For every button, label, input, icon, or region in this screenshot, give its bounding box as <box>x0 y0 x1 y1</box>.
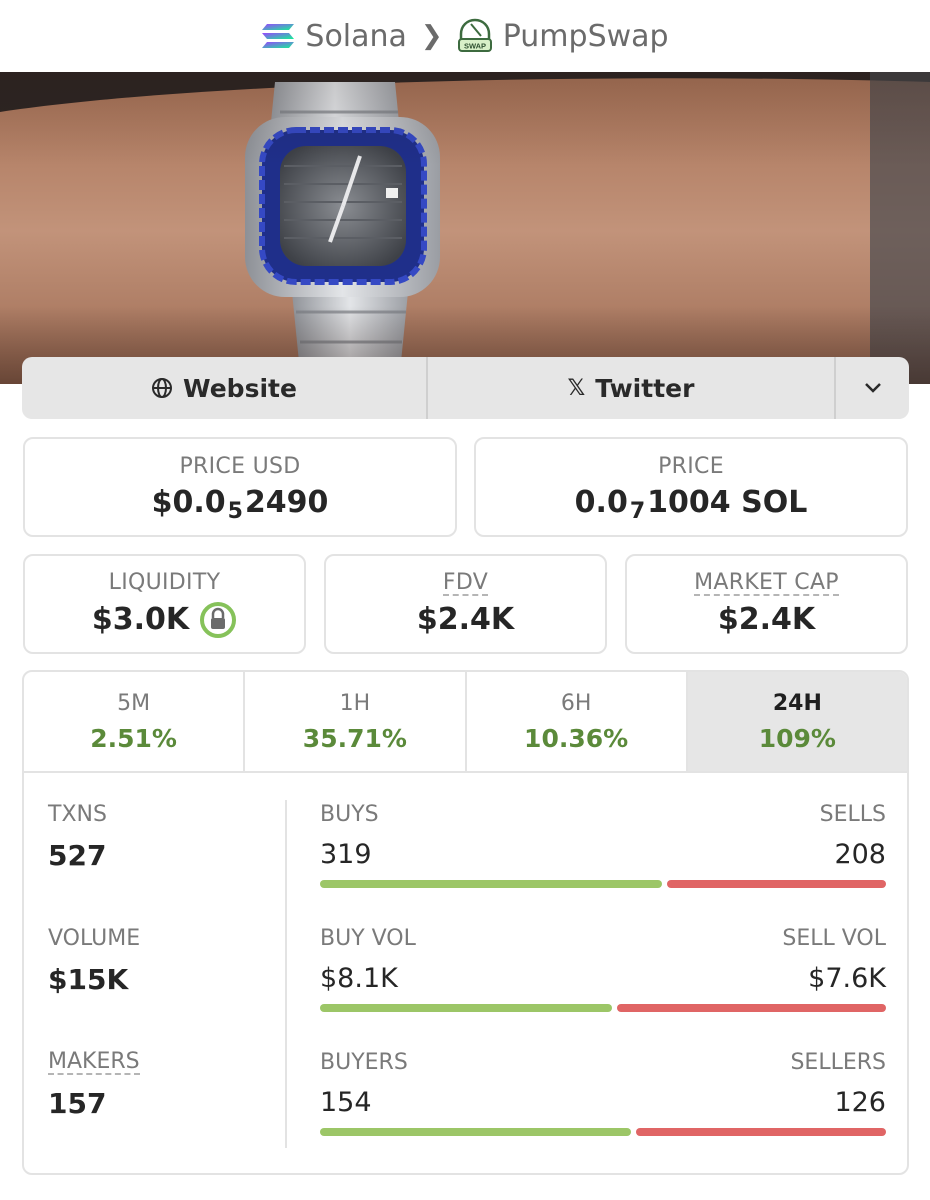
website-button[interactable]: Website <box>22 357 428 419</box>
makers-label[interactable]: MAKERS <box>48 1050 140 1076</box>
lock-icon[interactable] <box>199 601 237 639</box>
volume-metric: VOLUME $15K <box>48 926 278 1050</box>
solana-icon <box>262 24 295 48</box>
txns-value: 527 <box>48 839 107 872</box>
tab-change: 2.51% <box>90 723 177 753</box>
price-usd-prefix: $0.0 <box>151 485 226 520</box>
liquidity-card: LIQUIDITY $3.0K <box>23 554 306 654</box>
sell-vol-value: $7.6K <box>808 963 886 994</box>
makers-bar <box>320 1128 886 1136</box>
chain-crumb[interactable]: Solana <box>261 19 407 54</box>
liquidity-value: $3.0K <box>91 602 190 637</box>
sell-vol-bar-fill <box>617 1004 886 1012</box>
market-cap-value: $2.4K <box>717 602 816 638</box>
totals-column: TXNS 527 VOLUME $15K MAKERS 157 <box>48 802 278 1173</box>
makers-pair: BUYERS SELLERS 154 126 <box>320 1050 886 1173</box>
fdv-label[interactable]: FDV <box>442 571 489 597</box>
sells-value: 208 <box>834 839 886 870</box>
txns-metric: TXNS 527 <box>48 802 278 926</box>
sells-label: SELLS <box>819 802 886 827</box>
twitter-label: Twitter <box>595 373 695 403</box>
sellers-label: SELLERS <box>790 1050 886 1075</box>
buy-vol-value: $8.1K <box>320 963 398 994</box>
market-cap-card[interactable]: MARKET CAP $2.4K <box>625 554 908 654</box>
token-banner-image <box>0 72 930 384</box>
price-native-zero-count: 7 <box>629 499 646 524</box>
market-cap-label[interactable]: MARKET CAP <box>694 571 839 597</box>
price-native-prefix: 0.0 <box>574 485 628 520</box>
volume-bar <box>320 1004 886 1012</box>
social-links-bar: Website 𝕏 Twitter <box>22 357 909 419</box>
price-usd-card: PRICE USD $0.0 5 2490 <box>23 437 457 537</box>
tab-change: 35.71% <box>302 723 407 753</box>
column-divider <box>285 800 287 1148</box>
volume-value: $15K <box>48 963 129 996</box>
tab-label: 1H <box>339 690 371 716</box>
makers-metric: MAKERS 157 <box>48 1050 278 1173</box>
buy-sell-column: BUYS SELLS 319 208 BUY VOL SELL VOL $8.1… <box>320 802 886 1173</box>
buys-sells-bar <box>320 880 886 888</box>
tab-change: 109% <box>758 723 836 753</box>
tab-label: 24H <box>772 690 822 716</box>
chevron-right-icon: ❯ <box>420 21 443 51</box>
fdv-value: $2.4K <box>416 602 515 638</box>
buyers-value: 154 <box>320 1087 372 1118</box>
buy-vol-bar-fill <box>320 1004 613 1012</box>
x-logo-icon: 𝕏 <box>567 375 586 401</box>
chain-name: Solana <box>305 18 407 54</box>
tab-label: 6H <box>560 690 592 716</box>
price-usd-value: $0.0 5 2490 <box>151 485 329 524</box>
sells-bar-fill <box>667 880 886 888</box>
liquidity-value-row: $3.0K <box>92 601 237 639</box>
banner-shade <box>0 72 930 384</box>
tab-6h[interactable]: 6H 10.36% <box>467 672 688 771</box>
price-usd-suffix: 2490 <box>244 485 329 520</box>
tab-change: 10.36% <box>524 723 629 753</box>
sell-vol-label: SELL VOL <box>782 926 886 951</box>
price-native-suffix: 1004 SOL <box>647 485 808 520</box>
sellers-bar-fill <box>636 1128 886 1136</box>
pumpswap-icon: SWAP <box>457 18 492 52</box>
more-links-button[interactable] <box>836 357 909 419</box>
tab-1h[interactable]: 1H 35.71% <box>245 672 467 771</box>
dex-name: PumpSwap <box>502 18 669 54</box>
buy-vol-label: BUY VOL <box>320 926 416 951</box>
dex-crumb[interactable]: SWAP PumpSwap <box>457 18 669 54</box>
price-usd-zero-count: 5 <box>227 499 243 524</box>
twitter-button[interactable]: 𝕏 Twitter <box>428 357 836 419</box>
liquidity-label: LIQUIDITY <box>108 569 221 595</box>
price-native-label: PRICE <box>658 454 724 479</box>
volume-pair: BUY VOL SELL VOL $8.1K $7.6K <box>320 926 886 1050</box>
volume-label: VOLUME <box>48 926 141 951</box>
trading-stats-panel: 5M 2.51% 1H 35.71% 6H 10.36% 24H 109% TX… <box>22 670 909 1175</box>
fdv-card[interactable]: FDV $2.4K <box>324 554 607 654</box>
txns-label: TXNS <box>48 802 107 827</box>
buyers-label: BUYERS <box>320 1050 408 1075</box>
buyers-bar-fill <box>320 1128 632 1136</box>
sellers-value: 126 <box>834 1087 886 1118</box>
tab-label: 5M <box>117 690 151 716</box>
tab-5m[interactable]: 5M 2.51% <box>24 672 246 771</box>
buys-bar-fill <box>320 880 663 888</box>
price-native-card: PRICE 0.0 7 1004 SOL <box>474 437 908 537</box>
breadcrumb: Solana ❯ SWAP PumpSwap <box>0 0 930 72</box>
pumpswap-icon-text: SWAP <box>464 42 486 51</box>
globe-icon <box>152 378 173 398</box>
price-usd-label: PRICE USD <box>179 454 301 479</box>
makers-value: 157 <box>48 1087 107 1121</box>
buys-value: 319 <box>320 839 372 870</box>
price-native-value: 0.0 7 1004 SOL <box>574 485 808 524</box>
buys-label: BUYS <box>320 802 379 827</box>
tab-24h[interactable]: 24H 109% <box>687 672 907 771</box>
buys-sells-pair: BUYS SELLS 319 208 <box>320 802 886 926</box>
website-label: Website <box>183 373 297 403</box>
chevron-down-icon <box>864 383 881 393</box>
timeframe-tabs: 5M 2.51% 1H 35.71% 6H 10.36% 24H 109% <box>24 672 907 773</box>
